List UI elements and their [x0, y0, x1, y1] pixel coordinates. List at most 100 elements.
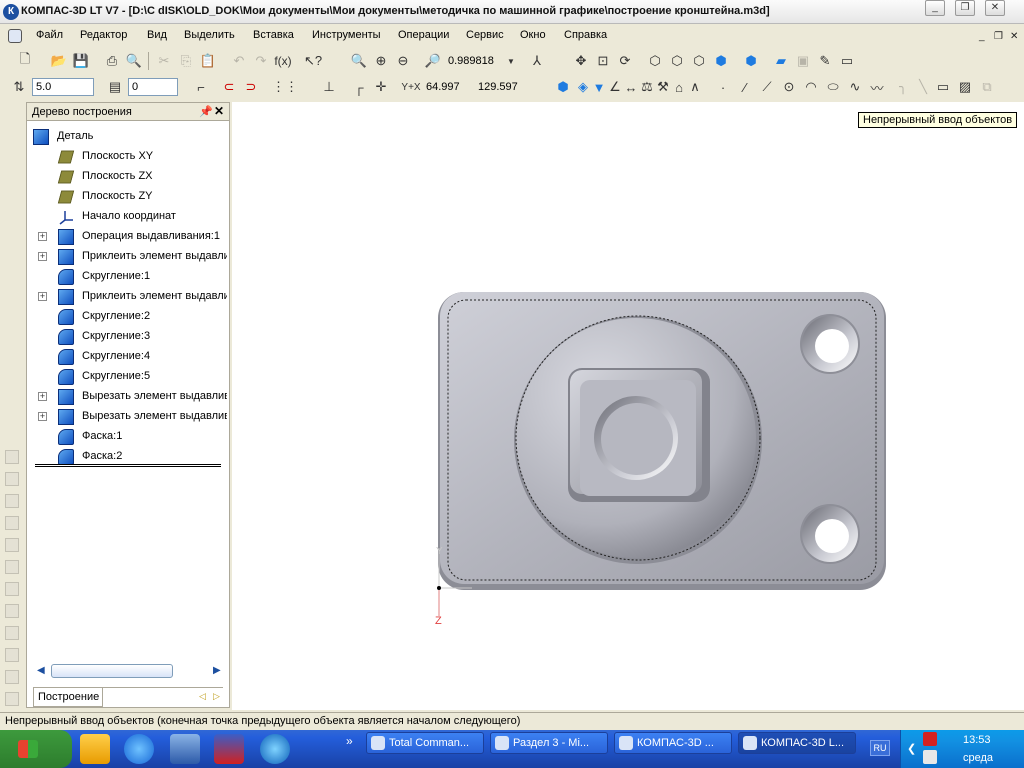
menu-service[interactable]: Сервис: [466, 29, 504, 41]
tool-button[interactable]: [5, 560, 19, 574]
floppy-save-icon[interactable]: [214, 734, 244, 764]
menu-help[interactable]: Справка: [564, 29, 607, 41]
sketch-icon[interactable]: ▰: [772, 52, 790, 70]
edit-sketch-icon[interactable]: ▣: [794, 52, 812, 70]
hidden-lines-icon[interactable]: ⬡: [668, 52, 686, 70]
cursor-icon[interactable]: ✛: [372, 78, 390, 96]
undo-icon[interactable]: ↶: [230, 52, 248, 70]
close-window-button[interactable]: ✕: [985, 0, 1005, 16]
tab-construction[interactable]: Построение: [33, 688, 103, 707]
bezier-icon[interactable]: 〰: [868, 78, 886, 96]
auxiliary-line-icon[interactable]: ⁄: [736, 78, 754, 96]
perspective-icon[interactable]: ⬢: [742, 52, 760, 70]
ortho-icon[interactable]: ⊥: [320, 78, 338, 96]
tool-button[interactable]: [5, 516, 19, 530]
document-icon[interactable]: [8, 29, 22, 43]
tool-button[interactable]: [5, 494, 19, 508]
close-panel-icon[interactable]: ✕: [214, 104, 224, 118]
task-word-document[interactable]: Раздел 3 - Mi...: [490, 732, 608, 754]
kompas-launch-icon[interactable]: [260, 734, 290, 764]
zoom-out-icon[interactable]: ⊖: [394, 52, 412, 70]
clock-time[interactable]: 13:53: [963, 734, 991, 746]
continuous-input-icon[interactable]: ∿: [846, 78, 864, 96]
part-center-hole[interactable]: [594, 396, 678, 480]
part-mounting-hole-bottom[interactable]: [800, 504, 860, 564]
quicklaunch-total-commander-icon[interactable]: [80, 734, 110, 764]
model-viewport[interactable]: Y Z Непрерывный ввод объектов: [232, 102, 1024, 710]
tool-button[interactable]: [5, 538, 19, 552]
round-off-icon[interactable]: ┌: [350, 78, 368, 96]
hatch-icon[interactable]: ▨: [956, 78, 974, 96]
chevron-down-icon[interactable]: ▼: [502, 52, 520, 70]
copy-icon[interactable]: ⎘: [177, 52, 195, 70]
pan-icon[interactable]: ✥: [572, 52, 590, 70]
mdi-close-button[interactable]: ✕: [1010, 31, 1018, 42]
ellipse-icon[interactable]: ⬭: [824, 78, 842, 96]
tray-expand-icon[interactable]: ❮: [907, 742, 916, 755]
orientation-icon[interactable]: ⅄: [528, 52, 546, 70]
local-cs-icon[interactable]: ⌐: [192, 78, 210, 96]
tree-horizontal-scrollbar[interactable]: ◀ ▶: [35, 663, 223, 679]
part-mounting-hole-top[interactable]: [800, 314, 860, 374]
arc-icon[interactable]: ◠: [802, 78, 820, 96]
redo-icon[interactable]: ↷: [252, 52, 270, 70]
tool-button[interactable]: [5, 450, 19, 464]
menu-operations[interactable]: Операции: [398, 29, 449, 41]
tool-button[interactable]: [5, 648, 19, 662]
antivirus-tray-icon[interactable]: [923, 732, 937, 746]
wireframe-icon[interactable]: ⬡: [646, 52, 664, 70]
angle-icon[interactable]: ∧: [686, 78, 704, 96]
zoom-scale-icon[interactable]: 🔎: [424, 52, 442, 70]
menu-editor[interactable]: Редактор: [80, 29, 127, 41]
mdi-restore-button[interactable]: ❐: [994, 31, 1003, 42]
menu-select[interactable]: Выделить: [184, 29, 235, 41]
tool-button[interactable]: [5, 626, 19, 640]
thin-hidden-lines-icon[interactable]: ⬡: [690, 52, 708, 70]
expand-icon[interactable]: +: [38, 232, 47, 241]
tool-button[interactable]: [5, 582, 19, 596]
copy-object-icon[interactable]: ⧉: [978, 78, 996, 96]
scroll-thumb[interactable]: [51, 664, 173, 678]
paste-icon[interactable]: 📋: [199, 52, 217, 70]
task-total-commander[interactable]: Total Comman...: [366, 732, 484, 754]
rotate-icon[interactable]: ⟳: [616, 52, 634, 70]
mdi-minimize-button[interactable]: _: [979, 31, 985, 42]
panel-icon[interactable]: ▭: [838, 52, 856, 70]
fillet-icon[interactable]: ╮: [894, 78, 912, 96]
circle-icon[interactable]: ⊙: [780, 78, 798, 96]
point-icon[interactable]: ·: [714, 78, 732, 96]
step-field[interactable]: 5.0: [32, 78, 94, 96]
expand-icon[interactable]: +: [38, 292, 47, 301]
language-indicator[interactable]: RU: [870, 740, 890, 756]
open-folder-icon[interactable]: 📂: [50, 52, 68, 70]
tab-next-icon[interactable]: ▷: [213, 691, 220, 702]
tool-button[interactable]: [5, 692, 19, 706]
minimize-button[interactable]: _: [925, 0, 945, 16]
rectangle-icon[interactable]: ▭: [934, 78, 952, 96]
internet-explorer-icon[interactable]: [124, 734, 154, 764]
snap-magnet-icon[interactable]: ⊂: [220, 78, 238, 96]
tool-button[interactable]: [5, 604, 19, 618]
menu-view[interactable]: Вид: [147, 29, 167, 41]
grid-icon[interactable]: ⋮⋮: [272, 78, 298, 96]
print-icon[interactable]: ⎙: [103, 52, 121, 70]
pin-icon[interactable]: 📌: [199, 105, 213, 118]
volume-tray-icon[interactable]: [923, 750, 937, 764]
scroll-left-icon[interactable]: ◀: [37, 665, 45, 676]
save-icon[interactable]: 💾: [72, 52, 90, 70]
zoom-value[interactable]: 0.989818: [448, 55, 494, 67]
zoom-window-icon[interactable]: 🔍: [350, 52, 368, 70]
tool-button[interactable]: [5, 472, 19, 486]
scroll-right-icon[interactable]: ▶: [213, 665, 221, 676]
task-kompas-2[interactable]: КОМПАС-3D L...: [738, 732, 856, 754]
menu-file[interactable]: Файл: [36, 29, 63, 41]
step-icon[interactable]: ⇅: [10, 78, 28, 96]
menu-window[interactable]: Окно: [520, 29, 546, 41]
new-document-icon[interactable]: 🗋: [16, 51, 34, 70]
shaded-icon[interactable]: ⬢: [712, 52, 730, 70]
show-desktop-icon[interactable]: [170, 734, 200, 764]
quicklaunch-overflow-icon[interactable]: »: [346, 734, 353, 748]
tool-button[interactable]: [5, 670, 19, 684]
chamfer-icon[interactable]: ╲: [914, 78, 932, 96]
expand-icon[interactable]: +: [38, 252, 47, 261]
